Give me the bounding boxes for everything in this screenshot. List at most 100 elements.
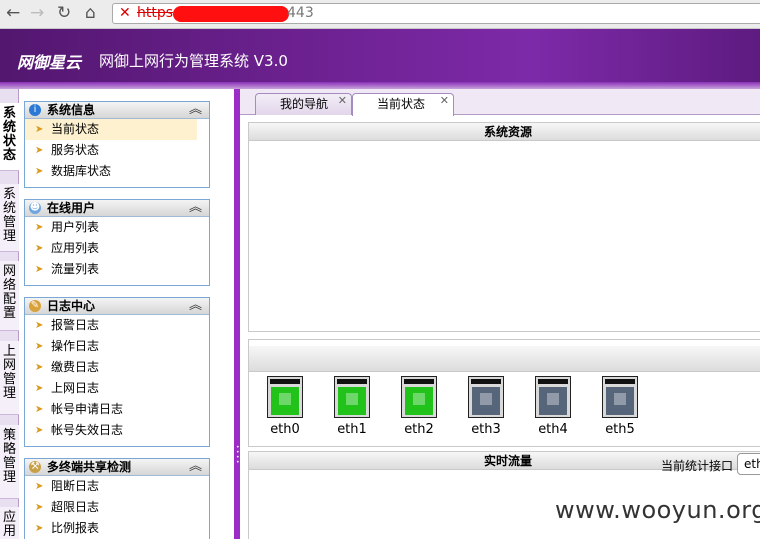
tab-bar: 我的导航 ✕ 当前状态 ✕ — [240, 89, 760, 116]
port-label: eth0 — [270, 422, 300, 437]
menu-item-label: 比例报表 — [51, 521, 100, 535]
browser-toolbar: ← → ↻ ⌂ ✕ https 443 — [0, 0, 760, 29]
panel-online-users: ☻ 在线用户 ︽ ➤ 用户列表 ➤ 应用列表 ➤ 流量列表 — [24, 199, 210, 286]
arrow-icon: ➤ — [35, 222, 44, 233]
vtab-system-management[interactable]: 系统管理 — [0, 184, 19, 252]
menu-item-current-status[interactable]: ➤ 当前状态 — [25, 119, 197, 140]
section-header — [249, 346, 760, 372]
arrow-icon: ➤ — [35, 404, 44, 415]
menu-item-label: 操作日志 — [51, 339, 100, 353]
menu-item-label: 超限日志 — [51, 500, 100, 514]
menu-item-label: 缴费日志 — [51, 360, 100, 374]
menu-item-label: 报警日志 — [51, 318, 100, 332]
panel-title: 多终端共享检测 — [47, 460, 132, 474]
info-icon: i — [29, 104, 41, 116]
address-bar[interactable]: ✕ https 443 — [112, 3, 760, 24]
panel-title: 日志中心 — [47, 299, 96, 313]
url-port: 443 — [287, 5, 314, 21]
arrow-icon: ➤ — [35, 264, 44, 275]
menu-item-label: 帐号申请日志 — [51, 402, 124, 416]
menu-item-app-list[interactable]: ➤ 应用列表 — [25, 238, 209, 259]
arrow-icon: ➤ — [35, 362, 44, 373]
drag-handle-icon[interactable]: • • • • — [236, 445, 240, 466]
back-icon[interactable]: ← — [6, 4, 20, 22]
vtab-network-config[interactable]: 网络配置 — [0, 261, 19, 331]
vtab-policy-management[interactable]: 策略管理 — [0, 425, 19, 499]
menu-item-ratio-report[interactable]: ➤ 比例报表 — [25, 518, 209, 539]
port-label: eth5 — [605, 422, 635, 437]
interface-select[interactable]: eth0 — [737, 453, 760, 475]
panel-header[interactable]: ✎ 日志中心 ︽ — [25, 298, 209, 315]
menu-item-label: 应用列表 — [51, 241, 100, 255]
arrow-icon: ➤ — [35, 145, 44, 156]
tab-my-navigation[interactable]: 我的导航 ✕ — [255, 93, 352, 115]
tools-icon: ⚒ — [29, 461, 41, 473]
panel-log-center: ✎ 日志中心 ︽ ➤ 报警日志 ➤ 操作日志 ➤ 缴费日志 ➤ 上网日志 ➤ 帐号申请日志… — [24, 297, 210, 447]
panel-header[interactable]: i 系统信息 ︽ — [25, 102, 209, 119]
reload-icon[interactable]: ↻ — [57, 4, 71, 22]
menu-item-database-status[interactable]: ➤ 数据库状态 — [25, 161, 209, 182]
panel-title: 系统信息 — [47, 103, 96, 117]
menu-item-label: 上网日志 — [51, 381, 100, 395]
arrow-icon: ➤ — [35, 383, 44, 394]
menu-item-label: 流量列表 — [51, 262, 100, 276]
collapse-icon[interactable]: ︽ — [189, 102, 202, 118]
users-icon: ☻ — [29, 202, 41, 214]
menu-item-account-apply-log[interactable]: ➤ 帐号申请日志 — [25, 399, 209, 420]
sidebar: i 系统信息 ︽ ➤ 当前状态 ➤ 服务状态 ➤ 数据库状态 ☻ 在线用户 ︽ ➤ 用户… — [19, 89, 219, 539]
system-resources-panel: 系统资源 — [248, 122, 760, 332]
collapse-icon[interactable]: ︽ — [189, 200, 202, 216]
arrow-icon: ➤ — [35, 481, 44, 492]
main-content: 我的导航 ✕ 当前状态 ✕ 系统资源 实时流量 当前统计接口 eth0 — [240, 89, 760, 539]
menu-item-user-list[interactable]: ➤ 用户列表 — [25, 217, 209, 238]
menu-item-traffic-list[interactable]: ➤ 流量列表 — [25, 259, 209, 280]
vtab-system-status[interactable]: 系统状态 — [0, 103, 19, 171]
ethernet-port-icon — [334, 376, 370, 418]
pencil-icon: ✎ — [29, 300, 41, 312]
tab-label: 当前状态 — [377, 97, 426, 111]
menu-item-account-expire-log[interactable]: ➤ 帐号失效日志 — [25, 420, 209, 441]
collapse-icon[interactable]: ︽ — [189, 459, 202, 475]
menu-item-overlimit-log[interactable]: ➤ 超限日志 — [25, 497, 209, 518]
url-scheme: https — [137, 5, 174, 21]
close-icon[interactable]: ✕ — [440, 91, 449, 111]
port-label: eth1 — [337, 422, 367, 437]
menu-item-internet-log[interactable]: ➤ 上网日志 — [25, 378, 209, 399]
header-stripe — [0, 82, 760, 89]
app-title: 网御上网行为管理系统 V3.0 — [99, 52, 288, 70]
collapse-icon[interactable]: ︽ — [189, 298, 202, 314]
port-label: eth4 — [538, 422, 568, 437]
ethernet-port-icon — [602, 376, 638, 418]
port-label: eth3 — [471, 422, 501, 437]
menu-item-label: 服务状态 — [51, 143, 100, 157]
ethernet-port-icon — [468, 376, 504, 418]
ethernet-port-icon — [401, 376, 437, 418]
panel-header[interactable]: ☻ 在线用户 ︽ — [25, 200, 209, 217]
menu-item-label: 数据库状态 — [51, 164, 112, 178]
arrow-icon: ➤ — [35, 320, 44, 331]
arrow-icon: ➤ — [35, 166, 44, 177]
brand-logo: 网御星云 — [17, 53, 82, 72]
menu-item-service-status[interactable]: ➤ 服务状态 — [25, 140, 209, 161]
menu-item-label: 帐号失效日志 — [51, 423, 124, 437]
arrow-icon: ➤ — [35, 341, 44, 352]
menu-item-label: 用户列表 — [51, 220, 100, 234]
close-icon[interactable]: ✕ — [338, 91, 347, 111]
vtab-application[interactable]: 应用 — [0, 507, 19, 539]
menu-item-operation-log[interactable]: ➤ 操作日志 — [25, 336, 209, 357]
menu-item-payment-log[interactable]: ➤ 缴费日志 — [25, 357, 209, 378]
watermark: www.wooyun.org — [555, 496, 760, 524]
menu-item-alarm-log[interactable]: ➤ 报警日志 — [25, 315, 209, 336]
panel-system-info: i 系统信息 ︽ ➤ 当前状态 ➤ 服务状态 ➤ 数据库状态 — [24, 101, 210, 188]
arrow-icon: ➤ — [35, 425, 44, 436]
menu-item-block-log[interactable]: ➤ 阻断日志 — [25, 476, 209, 497]
panel-header[interactable]: ⚒ 多终端共享检测 ︽ — [25, 459, 209, 476]
arrow-icon: ➤ — [35, 523, 44, 534]
insecure-icon[interactable]: ✕ — [119, 4, 131, 23]
ethernet-port-icon — [267, 376, 303, 418]
vtab-internet-management[interactable]: 上网管理 — [0, 341, 19, 415]
tab-current-status[interactable]: 当前状态 ✕ — [352, 93, 454, 116]
forward-icon[interactable]: → — [30, 4, 44, 22]
home-icon[interactable]: ⌂ — [85, 4, 96, 22]
redacted-host — [173, 6, 289, 22]
